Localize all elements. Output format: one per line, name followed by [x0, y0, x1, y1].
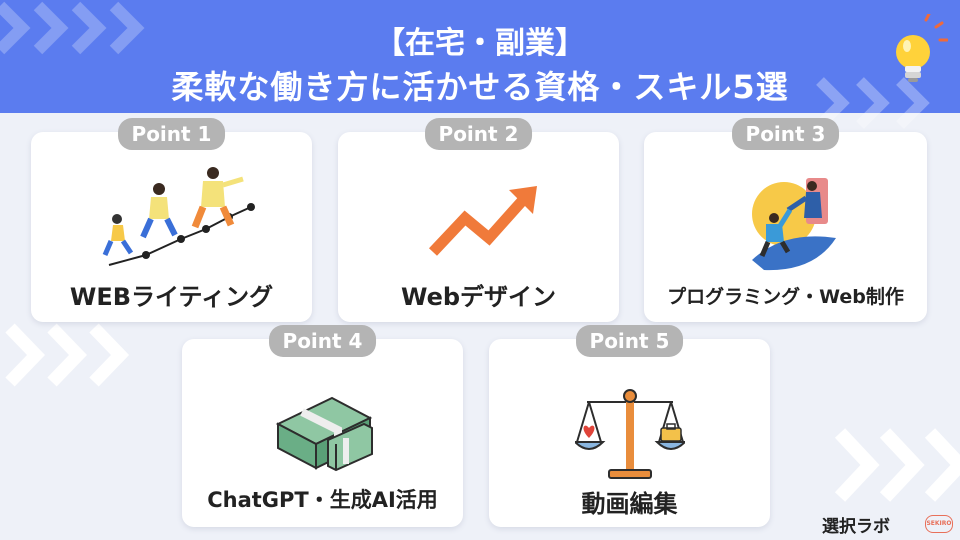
point-card-5: Point 5 動画編集 [489, 325, 770, 527]
chevron-decoration-left [5, 323, 130, 387]
point-label: ChatGPT・生成AI活用 [207, 488, 438, 512]
point-badge: Point 3 [731, 118, 840, 150]
chevron-decoration-bottom-right [834, 428, 960, 502]
running-people-chart-icon [102, 167, 255, 266]
point-label: プログラミング・Web制作 [667, 286, 904, 308]
point-badge: Point 2 [424, 118, 533, 150]
point-card-2: Point 2 Webデザイン [338, 118, 619, 322]
chevron-decoration-top-left [0, 1, 145, 55]
point-card-1: Point 1 WEBライティング [31, 118, 312, 322]
point-label: Webデザイン [400, 283, 557, 311]
point-badge: Point 1 [117, 118, 226, 150]
climbing-helping-hand-icon [752, 178, 836, 271]
brand-logo: 選択ラボ SEKIRO [822, 512, 954, 537]
logo-stamp: SEKIRO [925, 515, 953, 533]
balance-scale-icon [575, 389, 685, 479]
trend-up-arrow-icon [428, 186, 537, 256]
money-stacks-icon [275, 396, 373, 472]
point-badge: Point 4 [268, 325, 377, 357]
point-label: 動画編集 [581, 490, 678, 518]
logo-text: 選択ラボ [822, 517, 890, 537]
point-label: WEBライティング [69, 283, 274, 311]
point-card-3: Point 3 プログラミング・Web制作 [644, 118, 927, 322]
point-card-4: Point 4 ChatGPT・生成AI活用 [182, 325, 463, 527]
point-badge: Point 5 [575, 325, 684, 357]
